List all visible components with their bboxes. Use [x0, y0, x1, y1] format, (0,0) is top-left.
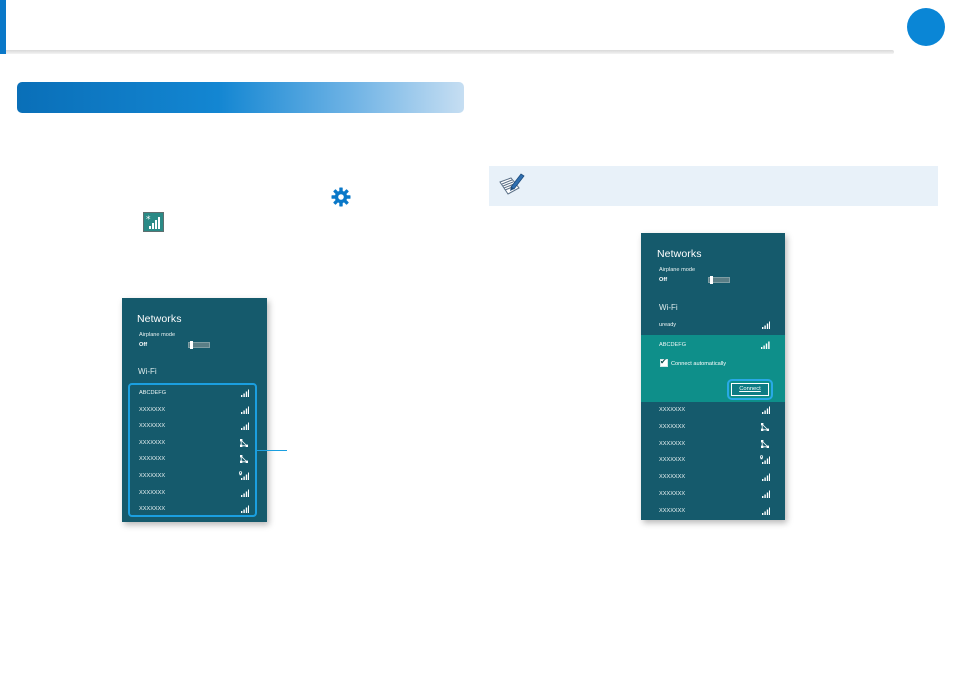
airplane-mode-value: Off	[139, 342, 148, 348]
wifi-heading: Wi-Fi	[138, 367, 157, 376]
panel-title: Networks	[657, 248, 702, 260]
connect-button[interactable]: Connect	[731, 383, 769, 396]
page-indicator-dot	[907, 8, 945, 46]
list-item[interactable]: XXXXXXX	[659, 438, 771, 454]
list-item[interactable]: XXXXXXX	[659, 505, 771, 521]
network-icon: *	[143, 212, 164, 232]
list-item: ABCDEFG	[659, 339, 771, 355]
network-name: XXXXXXX	[659, 457, 686, 464]
list-item[interactable]: XXXXXXX	[659, 471, 771, 487]
section-heading-bar	[17, 82, 464, 113]
svg-text:*: *	[146, 215, 151, 225]
network-name: XXXXXXX	[659, 407, 686, 413]
list-item[interactable]: XXXXXXX	[659, 404, 771, 420]
signal-icon	[762, 507, 770, 515]
network-name: XXXXXXX	[659, 440, 686, 447]
wifi-heading: Wi-Fi	[659, 303, 678, 312]
network-name: ABCDEFG	[659, 342, 687, 348]
network-name: XXXXXXX	[659, 507, 686, 514]
list-item[interactable]: XXXXXXX	[659, 421, 771, 437]
note-pencil-icon	[499, 173, 525, 195]
connect-automatically-label: Connect automatically	[671, 361, 727, 367]
network-list-highlight	[128, 383, 257, 517]
callout-line	[257, 450, 287, 451]
list-item[interactable]: XXXXXXX	[659, 488, 771, 504]
network-name: XXXXXXX	[659, 474, 686, 481]
secured-signal-icon	[760, 455, 770, 465]
note-box	[489, 166, 938, 206]
header-accent-bar	[0, 0, 6, 54]
checkmark-icon: ✔	[660, 357, 667, 366]
signal-icon	[762, 490, 770, 498]
panel-title: Networks	[137, 313, 182, 325]
network-name: XXXXXXX	[659, 491, 686, 497]
network-name: uready	[659, 322, 677, 328]
gear-icon	[331, 187, 351, 207]
signal-icon	[762, 473, 770, 482]
network-name: XXXXXXX	[659, 423, 686, 430]
signal-icon	[762, 321, 770, 329]
ad-hoc-network-icon	[761, 422, 769, 431]
airplane-mode-label: Airplane mode	[659, 267, 696, 273]
airplane-mode-toggle[interactable]	[188, 341, 210, 349]
airplane-mode-value: Off	[659, 277, 668, 283]
airplane-mode-toggle[interactable]	[708, 276, 730, 284]
ad-hoc-network-icon	[761, 439, 769, 448]
airplane-mode-label: Airplane mode	[139, 332, 176, 338]
signal-icon	[762, 406, 770, 414]
header-rule	[6, 50, 894, 54]
signal-icon	[761, 341, 770, 349]
list-item[interactable]: XXXXXXX	[659, 454, 771, 470]
list-item[interactable]: uready	[659, 319, 771, 335]
